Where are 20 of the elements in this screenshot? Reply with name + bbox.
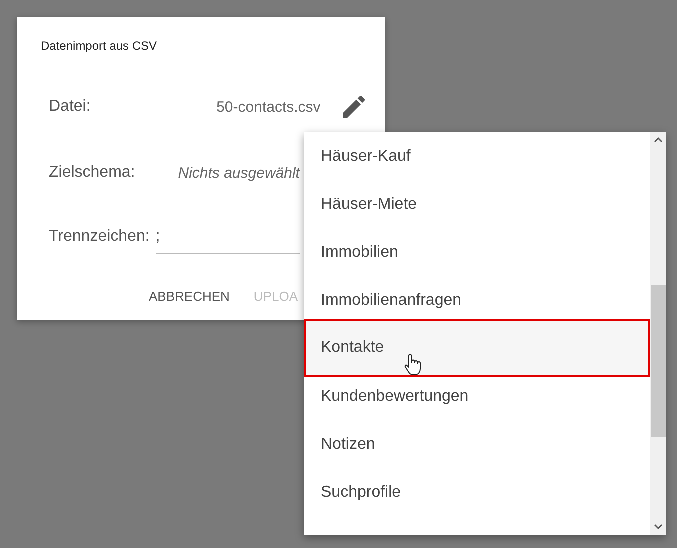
edit-icon[interactable] [342, 96, 365, 118]
field-label: Trennzeichen: [49, 228, 150, 246]
dropdown-item[interactable]: Häuser-Kauf [304, 133, 650, 181]
select-field[interactable]: Nichts ausgewählt [178, 164, 300, 182]
dropdown-item[interactable]: Notizen [304, 421, 650, 469]
dropdown-item[interactable]: Suchprofile [304, 469, 650, 517]
dropdown-item[interactable]: Immobilien [304, 229, 650, 277]
scroll-up-icon[interactable] [654, 137, 663, 143]
cancel-button[interactable]: ABBRECHEN [149, 283, 230, 310]
dropdown-item[interactable]: Kontakte [304, 319, 650, 377]
field-label: Datei: [49, 98, 91, 116]
dropdown-item[interactable]: Häuser-Miete [304, 181, 650, 229]
scroll-down-icon[interactable] [654, 524, 663, 530]
dialog-title: Datenimport aus CSV [41, 39, 158, 53]
input-field[interactable]: ; [156, 220, 300, 254]
scrollbar[interactable] [650, 132, 666, 535]
file-name: 50-contacts.csv [216, 98, 321, 116]
scrollbar-thumb[interactable] [651, 285, 666, 437]
hand-cursor-icon [404, 354, 422, 376]
field-label: Zielschema: [49, 164, 136, 182]
